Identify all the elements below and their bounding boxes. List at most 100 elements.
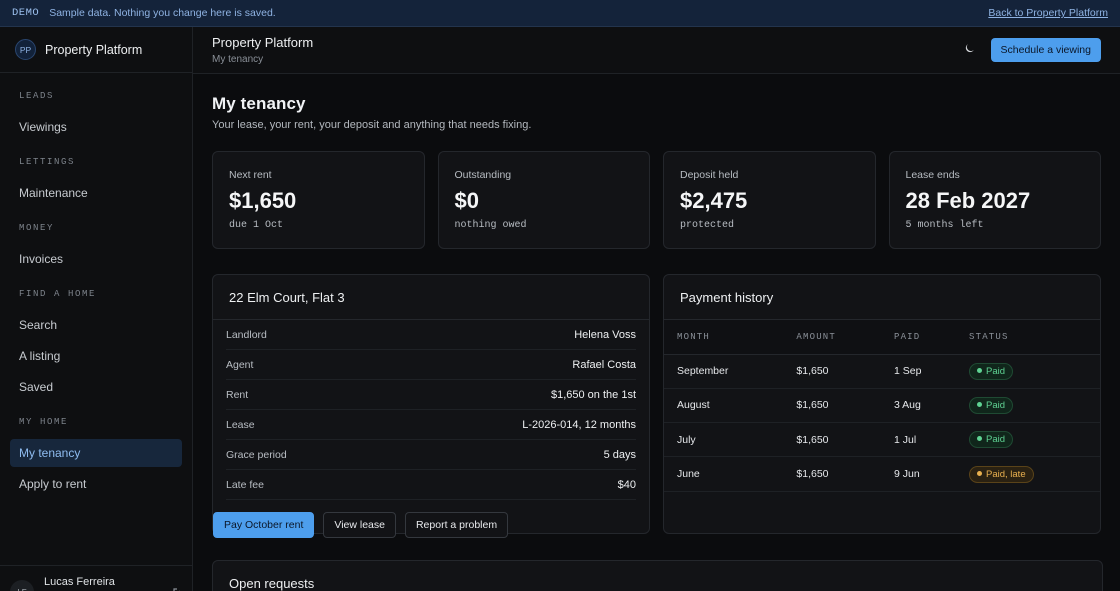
cell-amount: $1,650 (783, 388, 881, 424)
status-label: Paid, late (986, 468, 1026, 480)
stat-lease-ends: Lease ends 28 Feb 2027 5 months left (888, 151, 1101, 249)
demo-banner-text: Sample data. Nothing you change here is … (49, 7, 276, 19)
pay-rent-button[interactable]: Pay October rent (213, 512, 315, 538)
status-dot-icon (977, 367, 982, 373)
stat-note: protected (680, 220, 735, 231)
cell-paid: 9 Jun (880, 456, 956, 492)
cell-month: September (664, 354, 784, 389)
property-actions: Pay October rent View lease Report a pro… (213, 512, 649, 538)
cell-amount: $1,650 (783, 422, 881, 458)
cell-paid: 1 Jul (880, 422, 956, 458)
detail-value: $1,650 on the 1st (550, 388, 636, 401)
property-card: 22 Elm Court, Flat 3 Landlord Helena Voss… (212, 274, 650, 538)
stat-note: 5 months left (905, 220, 984, 231)
status-badge: Paid (969, 362, 1014, 380)
sidebar-item-viewings[interactable]: Viewings (10, 113, 182, 141)
table-row: August $1,650 3 Aug Paid (664, 388, 1100, 424)
page-title: My tenancy (212, 94, 306, 113)
header-subtitle: My tenancy (212, 54, 264, 65)
stat-value: $2,475 (680, 188, 748, 213)
open-requests-title: Open requests (229, 576, 315, 591)
stat-deposit-held: Deposit held $2,475 protected (663, 151, 876, 249)
detail-key: Late fee (226, 478, 264, 491)
payment-history-title: Payment history (664, 275, 1100, 320)
table-row: September $1,650 1 Sep Paid (664, 354, 1100, 389)
detail-value: $40 (617, 478, 636, 491)
detail-row-lease: Lease L-2026-014, 12 months (226, 410, 636, 440)
cell-status: Paid, late (956, 456, 1100, 492)
nav-section-find-a-home: FIND A HOME (19, 289, 97, 299)
avatar: LF (10, 580, 34, 591)
status-label: Paid (986, 434, 1006, 446)
cell-amount: $1,650 (783, 354, 881, 389)
stats-row: Next rent $1,650 due 1 Oct Outstanding $… (212, 151, 1101, 249)
detail-row-landlord: Landlord Helena Voss (226, 320, 636, 350)
view-lease-button[interactable]: View lease (323, 512, 396, 538)
stat-label: Lease ends (905, 169, 960, 181)
cell-status: Paid (956, 354, 1100, 389)
top-header: Property Platform My tenancy Schedule a … (193, 27, 1120, 74)
detail-key: Rent (226, 388, 249, 401)
open-requests-card: Open requests (212, 560, 1103, 591)
brand[interactable]: PP Property Platform (0, 27, 192, 73)
status-dot-icon (977, 401, 982, 407)
detail-value: L-2026-014, 12 months (522, 418, 636, 431)
sidebar: PP Property Platform LEADS Viewings LETT… (0, 27, 193, 591)
detail-value: Rafael Costa (572, 358, 636, 371)
stat-label: Deposit held (680, 169, 739, 181)
column-header-month: MONTH (664, 320, 784, 355)
detail-value: Helena Voss (574, 328, 636, 341)
cell-paid: 1 Sep (880, 354, 956, 389)
column-header-amount: AMOUNT (783, 320, 881, 355)
cell-month: August (664, 388, 784, 424)
sidebar-item-invoices[interactable]: Invoices (10, 245, 182, 273)
status-badge: Paid (969, 396, 1014, 414)
nav-section-leads: LEADS (19, 91, 55, 101)
cell-amount: $1,650 (783, 456, 881, 492)
status-badge-late: Paid, late (969, 465, 1034, 483)
demo-tag: DEMO (12, 7, 40, 19)
payment-history-card: Payment history MONTH AMOUNT PAID STATUS… (663, 274, 1101, 534)
detail-row-grace-period: Grace period 5 days (226, 440, 636, 470)
stat-value: $0 (454, 188, 479, 213)
nav-section-my-home: MY HOME (19, 417, 69, 427)
sidebar-nav: LEADS Viewings LETTINGS Maintenance MONE… (0, 73, 192, 498)
stat-value: $1,650 (229, 188, 297, 213)
sidebar-item-saved[interactable]: Saved (10, 373, 182, 401)
report-problem-button[interactable]: Report a problem (404, 512, 509, 538)
property-title: 22 Elm Court, Flat 3 (213, 275, 649, 320)
cell-status: Paid (956, 388, 1100, 424)
detail-row-late-fee: Late fee $40 (226, 470, 636, 500)
page-subtitle: Your lease, your rent, your deposit and … (212, 119, 532, 131)
moon-icon[interactable] (964, 43, 975, 57)
schedule-viewing-button[interactable]: Schedule a viewing (990, 38, 1101, 62)
column-header-paid: PAID (880, 320, 956, 355)
sidebar-item-search[interactable]: Search (10, 311, 182, 339)
detail-key: Agent (226, 358, 254, 371)
brand-logo: PP (15, 39, 36, 60)
detail-row-agent: Agent Rafael Costa (226, 350, 636, 380)
nav-section-money: MONEY (19, 223, 55, 233)
status-badge: Paid (969, 431, 1014, 449)
sidebar-item-apply-to-rent[interactable]: Apply to rent (10, 470, 182, 498)
status-label: Paid (986, 365, 1006, 377)
stat-value: 28 Feb 2027 (905, 188, 1031, 213)
cell-month: June (664, 456, 784, 492)
stat-note: due 1 Oct (229, 220, 284, 231)
status-dot-icon (977, 436, 982, 442)
nav-section-lettings: LETTINGS (19, 157, 76, 167)
table-row: July $1,650 1 Jul Paid (664, 422, 1100, 458)
payment-table: MONTH AMOUNT PAID STATUS September $1,65… (664, 320, 1100, 492)
sidebar-item-a-listing[interactable]: A listing (10, 342, 182, 370)
detail-row-rent: Rent $1,650 on the 1st (226, 380, 636, 410)
cell-month: July (664, 422, 784, 458)
detail-key: Grace period (226, 448, 287, 461)
sidebar-item-my-tenancy[interactable]: My tenancy (10, 439, 182, 467)
cell-status: Paid (956, 422, 1100, 458)
status-label: Paid (986, 399, 1006, 411)
column-header-status: STATUS (956, 320, 1100, 355)
stat-next-rent: Next rent $1,650 due 1 Oct (212, 151, 425, 249)
sidebar-item-maintenance[interactable]: Maintenance (10, 179, 182, 207)
demo-banner: DEMO Sample data. Nothing you change her… (0, 0, 1120, 27)
back-link[interactable]: Back to Property Platform (988, 7, 1108, 19)
